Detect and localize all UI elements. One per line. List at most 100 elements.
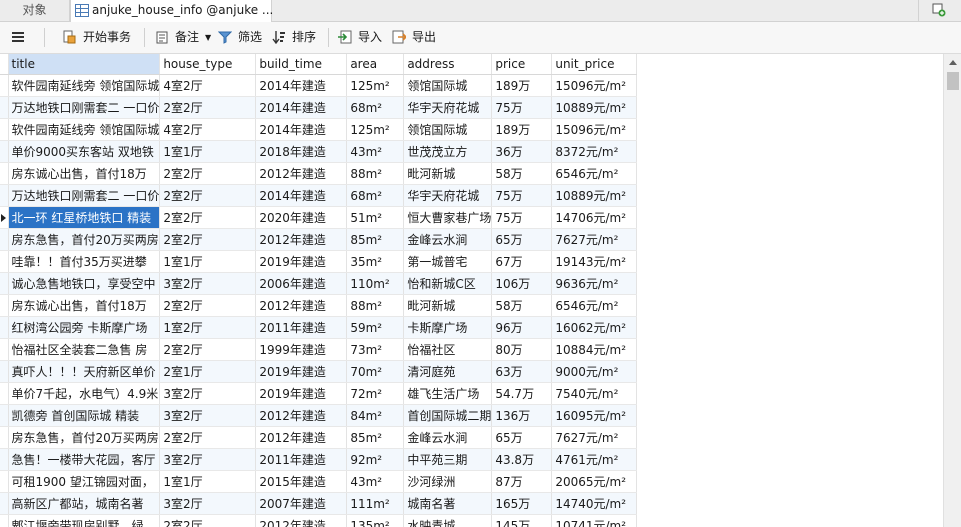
cell-area[interactable]: 88m² bbox=[346, 294, 405, 317]
cell-price[interactable]: 67万 bbox=[491, 250, 553, 273]
cell-unit-price[interactable]: 20065元/m² bbox=[551, 470, 638, 493]
cell-title[interactable]: 郫江堰旁带现房别墅，绿 bbox=[8, 514, 161, 527]
cell-house-type[interactable]: 3室2厅 bbox=[159, 492, 257, 515]
cell-address[interactable]: 金峰云水涧 bbox=[403, 228, 493, 251]
cell-price[interactable]: 80万 bbox=[491, 338, 553, 361]
cell-house-type[interactable]: 2室2厅 bbox=[159, 184, 257, 207]
cell-area[interactable]: 135m² bbox=[346, 514, 405, 527]
cell-area[interactable]: 92m² bbox=[346, 448, 405, 471]
cell-house-type[interactable]: 3室2厅 bbox=[159, 382, 257, 405]
cell-build-time[interactable]: 2018年建造 bbox=[255, 140, 348, 163]
cell-price[interactable]: 63万 bbox=[491, 360, 553, 383]
cell-address[interactable]: 清河庭苑 bbox=[403, 360, 493, 383]
note-button[interactable]: 备注 ▼ bbox=[155, 22, 213, 53]
row-header[interactable] bbox=[0, 272, 9, 295]
cell-area[interactable]: 35m² bbox=[346, 250, 405, 273]
cell-address[interactable]: 华宇天府花城 bbox=[403, 184, 493, 207]
cell-title[interactable]: 房东急售，首付20万买两房 bbox=[8, 228, 161, 251]
cell-price[interactable]: 43.8万 bbox=[491, 448, 553, 471]
cell-address[interactable]: 卡斯摩广场 bbox=[403, 316, 493, 339]
row-header[interactable] bbox=[0, 162, 9, 185]
cell-house-type[interactable]: 1室2厅 bbox=[159, 316, 257, 339]
table-row[interactable]: 万达地铁口刚需套二 一口价 2室2厅 2014年建造 68m² 华宇天府花城 75万 108… bbox=[0, 184, 638, 207]
cell-price[interactable]: 189万 bbox=[491, 74, 553, 97]
table-row[interactable]: 郫江堰旁带现房别墅，绿 2室2厅 2012年建造 135m² 水映青城 145万 10741… bbox=[0, 514, 638, 527]
row-header[interactable] bbox=[0, 250, 9, 273]
row-header[interactable] bbox=[0, 514, 9, 527]
row-header[interactable] bbox=[0, 448, 9, 471]
table-row[interactable]: 可租1900 望江锦园对面， 1室1厅 2015年建造 43m² 沙河绿洲 87万 2006… bbox=[0, 470, 638, 493]
cell-house-type[interactable]: 2室2厅 bbox=[159, 96, 257, 119]
cell-price[interactable]: 58万 bbox=[491, 294, 553, 317]
cell-title[interactable]: 软件园南延线旁 领馆国际城 bbox=[8, 118, 161, 141]
cell-house-type[interactable]: 4室2厅 bbox=[159, 118, 257, 141]
cell-area[interactable]: 59m² bbox=[346, 316, 405, 339]
table-row[interactable]: 单价9000买东客站 双地铁 1室1厅 2018年建造 43m² 世茂茂立方 36万 837… bbox=[0, 140, 638, 163]
cell-house-type[interactable]: 1室1厅 bbox=[159, 470, 257, 493]
cell-house-type[interactable]: 2室1厅 bbox=[159, 360, 257, 383]
cell-house-type[interactable]: 2室2厅 bbox=[159, 294, 257, 317]
cell-build-time[interactable]: 2006年建造 bbox=[255, 272, 348, 295]
cell-house-type[interactable]: 2室2厅 bbox=[159, 338, 257, 361]
cell-house-type[interactable]: 2室2厅 bbox=[159, 162, 257, 185]
cell-price[interactable]: 75万 bbox=[491, 184, 553, 207]
row-header[interactable] bbox=[0, 228, 9, 251]
begin-transaction-button[interactable]: 开始事务 bbox=[62, 22, 138, 53]
cell-area[interactable]: 70m² bbox=[346, 360, 405, 383]
table-row[interactable]: 单价7千起，水电气）4.9米 3室2厅 2019年建造 72m² 雄飞生活广场 54.7万… bbox=[0, 382, 638, 405]
cell-build-time[interactable]: 2012年建造 bbox=[255, 514, 348, 527]
column-header-build-time[interactable]: build_time bbox=[255, 54, 348, 75]
tab-objects[interactable]: 对象 bbox=[0, 0, 70, 21]
table-row[interactable]: 哇靠！！首付35万买进攀 1室1厅 2019年建造 35m² 第一城普宅 67万 19143… bbox=[0, 250, 638, 273]
cell-price[interactable]: 145万 bbox=[491, 514, 553, 527]
vertical-scrollbar[interactable] bbox=[943, 54, 961, 527]
cell-house-type[interactable]: 3室2厅 bbox=[159, 448, 257, 471]
cell-area[interactable]: 51m² bbox=[346, 206, 405, 229]
cell-house-type[interactable]: 2室2厅 bbox=[159, 426, 257, 449]
cell-unit-price[interactable]: 7540元/m² bbox=[551, 382, 638, 405]
cell-build-time[interactable]: 2014年建造 bbox=[255, 96, 348, 119]
filter-button[interactable]: 筛选 bbox=[218, 22, 266, 53]
cell-build-time[interactable]: 2014年建造 bbox=[255, 184, 348, 207]
row-header[interactable] bbox=[0, 338, 9, 361]
cell-address[interactable]: 领馆国际城 bbox=[403, 74, 493, 97]
cell-title[interactable]: 可租1900 望江锦园对面， bbox=[8, 470, 161, 493]
cell-house-type[interactable]: 2室2厅 bbox=[159, 514, 257, 527]
cell-build-time[interactable]: 2012年建造 bbox=[255, 426, 348, 449]
cell-title[interactable]: 万达地铁口刚需套二 一口价 bbox=[8, 184, 161, 207]
cell-house-type[interactable]: 2室2厅 bbox=[159, 228, 257, 251]
row-header[interactable] bbox=[0, 404, 9, 427]
cell-unit-price[interactable]: 16095元/m² bbox=[551, 404, 638, 427]
cell-build-time[interactable]: 2011年建造 bbox=[255, 448, 348, 471]
cell-build-time[interactable]: 2015年建造 bbox=[255, 470, 348, 493]
row-header[interactable] bbox=[0, 426, 9, 449]
cell-address[interactable]: 第一城普宅 bbox=[403, 250, 493, 273]
cell-area[interactable]: 84m² bbox=[346, 404, 405, 427]
table-row[interactable]: 高新区广都站，城南名著 3室2厅 2007年建造 111m² 城南名著 165万 14740… bbox=[0, 492, 638, 515]
cell-area[interactable]: 85m² bbox=[346, 228, 405, 251]
cell-address[interactable]: 华宇天府花城 bbox=[403, 96, 493, 119]
cell-unit-price[interactable]: 10889元/m² bbox=[551, 184, 638, 207]
cell-build-time[interactable]: 2012年建造 bbox=[255, 404, 348, 427]
cell-address[interactable]: 首创国际城二期 bbox=[403, 404, 493, 427]
cell-address[interactable]: 金峰云水涧 bbox=[403, 426, 493, 449]
cell-title[interactable]: 万达地铁口刚需套二 一口价 bbox=[8, 96, 161, 119]
cell-unit-price[interactable]: 19143元/m² bbox=[551, 250, 638, 273]
cell-address[interactable]: 领馆国际城 bbox=[403, 118, 493, 141]
column-header-address[interactable]: address bbox=[403, 54, 493, 75]
tab-table-anjuke-house-info[interactable]: anjuke_house_info @anjuke ... bbox=[70, 0, 273, 22]
cell-price[interactable]: 87万 bbox=[491, 470, 553, 493]
row-header[interactable] bbox=[0, 74, 9, 97]
cell-build-time[interactable]: 2012年建造 bbox=[255, 294, 348, 317]
row-header[interactable] bbox=[0, 96, 9, 119]
cell-price[interactable]: 165万 bbox=[491, 492, 553, 515]
cell-title[interactable]: 单价9000买东客站 双地铁 bbox=[8, 140, 161, 163]
cell-unit-price[interactable]: 4761元/m² bbox=[551, 448, 638, 471]
cell-title[interactable]: 诚心急售地铁口，享受空中 bbox=[8, 272, 161, 295]
cell-price[interactable]: 54.7万 bbox=[491, 382, 553, 405]
cell-price[interactable]: 75万 bbox=[491, 206, 553, 229]
cell-title[interactable]: 真吓人！！！天府新区单价 bbox=[8, 360, 161, 383]
cell-unit-price[interactable]: 7627元/m² bbox=[551, 426, 638, 449]
cell-title[interactable]: 单价7千起，水电气）4.9米 bbox=[8, 382, 161, 405]
cell-unit-price[interactable]: 14706元/m² bbox=[551, 206, 638, 229]
